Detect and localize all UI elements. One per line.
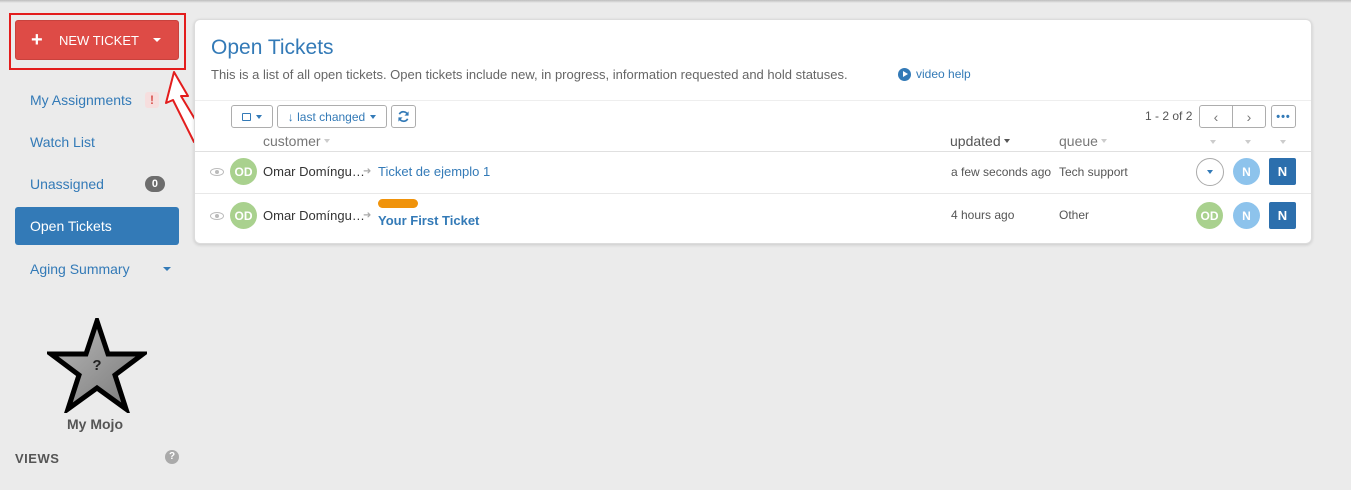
avatar: OD	[230, 202, 257, 229]
owner-avatar[interactable]: OD	[1196, 202, 1223, 229]
sidebar-item-open-tickets[interactable]: Open Tickets	[15, 207, 179, 245]
updated-time: a few seconds ago	[951, 165, 1052, 179]
sidebar-item-label: My Assignments	[30, 92, 132, 108]
ticket-title-link[interactable]: Ticket de ejemplo 1	[378, 164, 490, 179]
select-all-dropdown[interactable]	[231, 105, 273, 128]
column-header-updated[interactable]: updated	[950, 133, 1010, 149]
plus-icon: +	[31, 29, 43, 51]
sidebar: + NEW TICKET My Assignments ! Watch List…	[0, 0, 206, 490]
column-header-label: queue	[1059, 133, 1098, 149]
divider	[195, 100, 1311, 101]
table-row[interactable]: OD Omar Domíngu… ➜ Ticket de ejemplo 1 a…	[195, 152, 1311, 192]
column-filter-caret-icon[interactable]	[1245, 140, 1251, 144]
share-arrow-icon: ➜	[363, 210, 372, 221]
share-arrow-icon: ➜	[363, 166, 372, 177]
chevron-down-icon	[370, 114, 377, 119]
chevron-right-icon: ›	[1246, 108, 1252, 125]
avatar: OD	[230, 158, 257, 185]
chevron-down-icon	[163, 267, 171, 271]
page-description: This is a list of all open tickets. Open…	[211, 67, 848, 82]
customer-name[interactable]: Omar Domíngu…	[263, 164, 365, 179]
more-options-button[interactable]: •••	[1271, 105, 1296, 128]
mojo-star-glyph: ?	[92, 357, 101, 374]
sidebar-item-label: Aging Summary	[30, 261, 130, 277]
table-row[interactable]: OD Omar Domíngu… ➜ Your First Ticket 4 h…	[195, 194, 1311, 234]
play-icon	[898, 67, 911, 81]
assignee-avatar[interactable]: N	[1233, 202, 1260, 229]
column-header-label: customer	[263, 133, 321, 149]
top-shadow	[0, 0, 1351, 3]
ellipsis-icon: •••	[1276, 110, 1291, 123]
sort-caret-icon	[1100, 139, 1107, 143]
sort-dropdown[interactable]: ↓ last changed	[277, 105, 387, 128]
help-icon[interactable]: ?	[165, 450, 179, 464]
new-ticket-button[interactable]: + NEW TICKET	[15, 20, 179, 60]
updated-time: 4 hours ago	[951, 208, 1015, 222]
refresh-button[interactable]	[391, 105, 416, 128]
queue-name: Other	[1059, 208, 1090, 222]
previous-page-button[interactable]: ‹	[1200, 106, 1233, 127]
queue-name: Tech support	[1059, 165, 1128, 179]
chevron-left-icon: ‹	[1213, 108, 1219, 125]
owner-dropdown-button[interactable]	[1196, 158, 1224, 186]
views-heading: VIEWS	[15, 451, 60, 466]
column-filter-caret-icon[interactable]	[1210, 140, 1216, 144]
refresh-icon	[398, 110, 409, 123]
column-header-queue[interactable]: queue	[1059, 133, 1107, 149]
sort-label: ↓ last changed	[287, 109, 366, 124]
ticket-tag[interactable]	[378, 199, 418, 208]
assignee-avatar[interactable]: N	[1233, 158, 1260, 185]
paging-text: 1 - 2 of 2	[1145, 109, 1193, 123]
sidebar-item-watch-list[interactable]: Watch List	[15, 123, 179, 161]
sidebar-item-label: Watch List	[30, 134, 95, 150]
sidebar-item-my-assignments[interactable]: My Assignments !	[15, 81, 179, 119]
sidebar-item-aging-summary[interactable]: Aging Summary	[15, 250, 179, 288]
customer-name[interactable]: Omar Domíngu…	[263, 208, 365, 223]
video-help-label: video help	[916, 67, 971, 81]
column-header-customer[interactable]: customer	[263, 133, 330, 149]
agent-badge[interactable]: N	[1269, 158, 1296, 185]
count-badge: 0	[144, 176, 165, 192]
mojo-label: My Mojo	[67, 416, 123, 432]
sidebar-item-label: Open Tickets	[30, 218, 112, 234]
agent-badge[interactable]: N	[1269, 202, 1296, 229]
chevron-down-icon	[256, 114, 262, 119]
pager: ‹ ›	[1199, 105, 1266, 128]
column-filter-caret-icon[interactable]	[1280, 140, 1286, 144]
chevron-down-icon	[1207, 170, 1213, 174]
alert-icon: !	[145, 92, 159, 108]
video-help-link[interactable]: video help	[898, 67, 971, 81]
next-page-button[interactable]: ›	[1233, 106, 1265, 127]
sidebar-item-unassigned[interactable]: Unassigned 0	[15, 165, 179, 203]
column-header-label: updated	[950, 133, 1001, 149]
ticket-title-link[interactable]: Your First Ticket	[378, 213, 479, 228]
checkbox-icon	[242, 112, 251, 121]
new-ticket-label: NEW TICKET	[59, 32, 139, 48]
sort-caret-icon	[323, 139, 330, 143]
open-tickets-panel: Open Tickets This is a list of all open …	[194, 19, 1312, 244]
page-title: Open Tickets	[211, 36, 334, 59]
sort-caret-icon	[1003, 139, 1010, 143]
eye-icon[interactable]	[210, 168, 224, 176]
chevron-down-icon	[152, 38, 161, 42]
eye-icon[interactable]	[210, 212, 224, 220]
mojo-star-icon[interactable]: ?	[47, 318, 147, 413]
sidebar-item-label: Unassigned	[30, 176, 104, 192]
